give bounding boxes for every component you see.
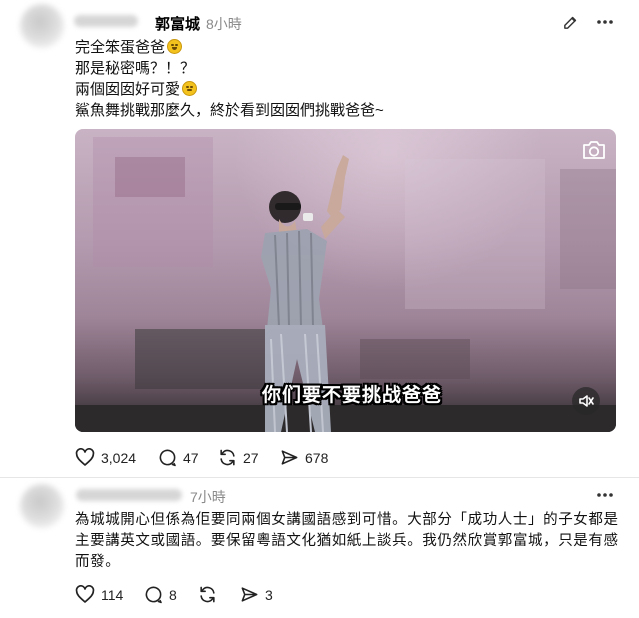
rolling-laughing-face-emoji (167, 39, 183, 54)
post-text-line-4: 鯊魚舞挑戰那麼久，終於看到囡囡們挑戰爸爸~ (75, 102, 384, 119)
repost-icon (200, 586, 215, 603)
like-count: 3,024 (101, 449, 137, 466)
reply-avatar[interactable] (20, 484, 64, 528)
repost-count: 27 (243, 449, 259, 466)
heart-icon (75, 585, 95, 603)
speaker-muted-icon[interactable] (572, 387, 600, 415)
more-options-icon[interactable] (594, 12, 616, 32)
reply-like-button[interactable]: 114 (75, 585, 123, 604)
video-subtitle: 你们要不要挑战爸爸 (262, 385, 443, 406)
comment-count: 47 (183, 449, 199, 466)
post-author-name[interactable]: 郭富城 (155, 13, 200, 34)
reply-more-options-icon[interactable] (594, 486, 616, 504)
post-divider (0, 477, 639, 478)
repost-button[interactable]: 27 (218, 448, 259, 467)
reply-blurred-username[interactable] (76, 489, 182, 501)
share-button[interactable]: 678 (280, 448, 328, 467)
send-icon (281, 450, 298, 465)
post-video[interactable]: 你们要不要挑战爸爸 (75, 129, 616, 432)
reply-text: 為城城開心但係為佢要同兩個女講國語感到可惜。大部分「成功人士」的子女都是主要講英… (75, 512, 619, 570)
post-timestamp[interactable]: 8小時 (206, 14, 242, 34)
blurred-username[interactable] (74, 15, 138, 27)
post-text-line-3: 兩個囡囡好可愛 (75, 80, 198, 100)
comment-icon (159, 449, 176, 467)
share-count: 678 (305, 449, 329, 466)
reply-share-count: 3 (265, 586, 273, 603)
camera-icon[interactable] (580, 137, 608, 163)
reply-repost-button[interactable] (198, 585, 223, 604)
post-text-line-1: 完全笨蛋爸爸 (75, 38, 183, 58)
heart-icon (75, 448, 95, 466)
comment-button[interactable]: 47 (158, 448, 199, 467)
reply-comment-button[interactable]: 8 (144, 585, 177, 604)
repost-icon (220, 449, 235, 466)
avatar[interactable] (20, 4, 64, 48)
reply-like-count: 114 (101, 586, 124, 603)
edit-icon[interactable] (560, 12, 580, 32)
send-icon (241, 587, 258, 602)
post-text-line-2: 那是秘密嗎？！？ (75, 60, 196, 77)
reply-timestamp[interactable]: 7小時 (190, 487, 226, 507)
reply-share-button[interactable]: 3 (240, 585, 273, 604)
like-button[interactable]: 3,024 (75, 448, 136, 467)
reply-comment-count: 8 (169, 586, 177, 603)
smiling-face-emoji (182, 81, 198, 96)
comment-icon (145, 586, 162, 604)
